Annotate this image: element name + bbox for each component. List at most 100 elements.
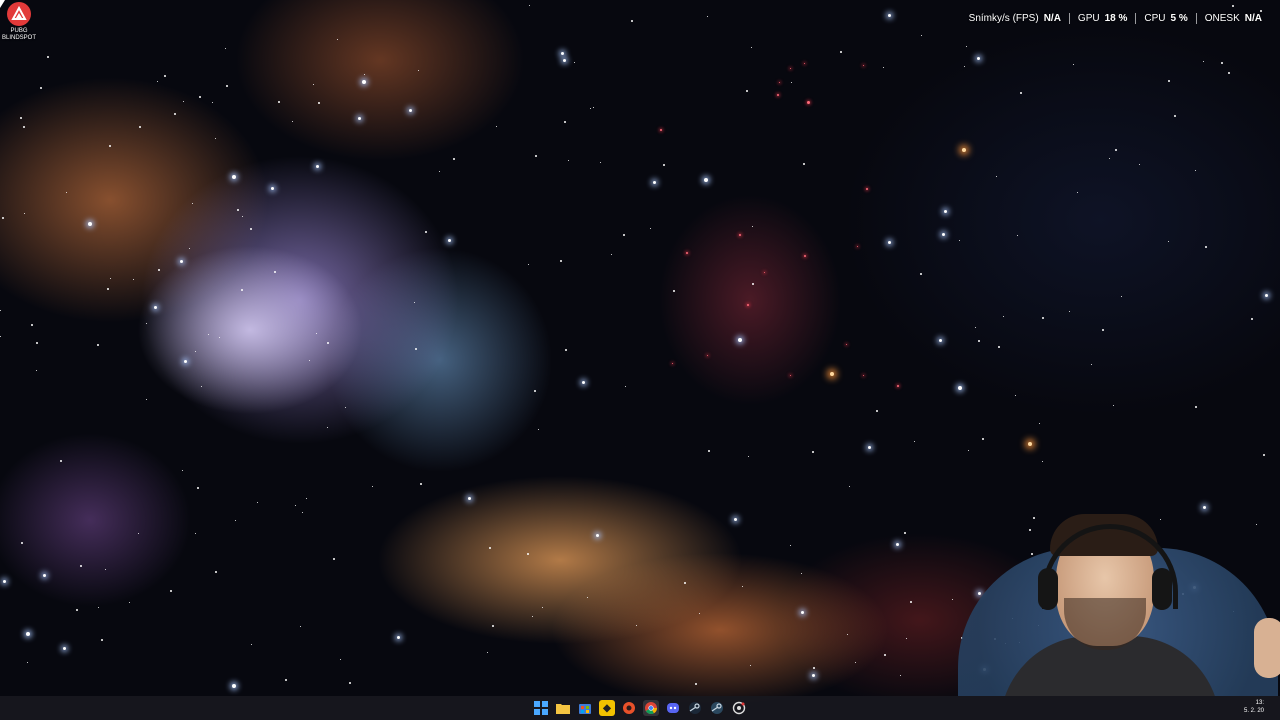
chrome-icon[interactable] xyxy=(643,700,659,716)
star xyxy=(250,228,252,230)
star xyxy=(24,213,25,214)
star xyxy=(777,94,779,96)
system-clock[interactable]: 13: 5. 2. 20 xyxy=(1244,699,1264,715)
star xyxy=(996,176,997,177)
clock-time: 13: xyxy=(1255,700,1264,706)
star xyxy=(790,545,791,546)
star xyxy=(1077,192,1078,193)
star xyxy=(750,665,751,666)
star xyxy=(241,289,243,291)
star xyxy=(942,233,945,236)
file-explorer-icon[interactable] xyxy=(555,700,571,716)
star xyxy=(1113,405,1114,406)
star xyxy=(40,87,42,89)
star xyxy=(1121,296,1122,297)
star xyxy=(801,573,802,574)
performance-overlay: Snímky/s (FPS) N/A GPU 18 % CPU 5 % ONES… xyxy=(961,11,1270,25)
star xyxy=(97,344,99,346)
star xyxy=(489,547,491,549)
star xyxy=(747,304,749,306)
star xyxy=(968,450,969,451)
star xyxy=(340,659,341,660)
star xyxy=(327,342,329,344)
star xyxy=(105,569,106,570)
star xyxy=(863,375,864,376)
star xyxy=(790,375,791,376)
star xyxy=(300,626,301,627)
star xyxy=(158,269,160,271)
gpu-value: 18 % xyxy=(1104,12,1128,24)
star xyxy=(192,203,193,204)
star xyxy=(532,616,533,617)
star xyxy=(574,62,575,63)
desktop-icon-pubg-blindspot[interactable]: PUBG BLINDSPOT xyxy=(0,2,38,42)
star xyxy=(528,264,529,265)
star xyxy=(742,586,743,587)
star xyxy=(1073,64,1074,65)
star xyxy=(538,429,539,430)
star xyxy=(237,209,239,211)
steam-icon[interactable] xyxy=(709,700,725,716)
star xyxy=(212,102,213,103)
star xyxy=(653,181,656,184)
star xyxy=(707,16,708,17)
steam-icon[interactable] xyxy=(687,700,703,716)
camera-app-icon[interactable] xyxy=(731,700,747,716)
star xyxy=(302,512,303,513)
notes-app-icon[interactable]: ◆ xyxy=(599,700,615,716)
star xyxy=(663,164,665,166)
star xyxy=(1195,406,1197,408)
star xyxy=(189,248,190,249)
star xyxy=(235,520,236,521)
star xyxy=(849,486,850,487)
star xyxy=(1195,170,1196,171)
star xyxy=(959,240,960,241)
star xyxy=(309,360,310,361)
star xyxy=(43,574,46,577)
cpu-stat: CPU 5 % xyxy=(1136,13,1195,24)
bright-star xyxy=(830,372,834,376)
star xyxy=(226,85,228,87)
bright-star xyxy=(362,80,366,84)
star xyxy=(36,370,37,371)
star xyxy=(982,438,984,440)
microsoft-store-icon[interactable] xyxy=(577,700,593,716)
windows-start-icon[interactable] xyxy=(533,700,549,716)
star xyxy=(31,324,33,326)
clock-date: 5. 2. 20 xyxy=(1243,708,1264,714)
star xyxy=(791,82,792,83)
star xyxy=(1020,92,1022,94)
star xyxy=(409,109,412,112)
webcam-overlay xyxy=(938,508,1280,696)
star xyxy=(699,613,700,614)
star xyxy=(764,272,765,273)
discord-icon[interactable] xyxy=(665,700,681,716)
gpu-label: GPU xyxy=(1077,12,1100,24)
star xyxy=(672,363,673,364)
star xyxy=(1265,294,1268,297)
star xyxy=(345,407,346,408)
star xyxy=(804,255,806,257)
star xyxy=(199,96,201,98)
star xyxy=(600,162,601,163)
star xyxy=(876,410,878,412)
star xyxy=(900,675,901,676)
star xyxy=(414,302,415,303)
star xyxy=(998,346,1000,348)
star xyxy=(1251,318,1253,320)
star xyxy=(1042,317,1044,319)
media-app-icon[interactable] xyxy=(621,700,637,716)
star xyxy=(146,399,147,400)
star xyxy=(921,35,922,36)
star xyxy=(560,260,562,262)
star xyxy=(910,601,912,603)
star xyxy=(1102,329,1104,331)
star xyxy=(333,558,335,560)
star xyxy=(752,226,753,227)
star xyxy=(271,187,274,190)
star xyxy=(1205,246,1207,248)
bright-star xyxy=(232,175,236,179)
desktop-icon-label: PUBG BLINDSPOT xyxy=(1,28,36,41)
star xyxy=(1228,72,1230,74)
star xyxy=(278,101,280,103)
